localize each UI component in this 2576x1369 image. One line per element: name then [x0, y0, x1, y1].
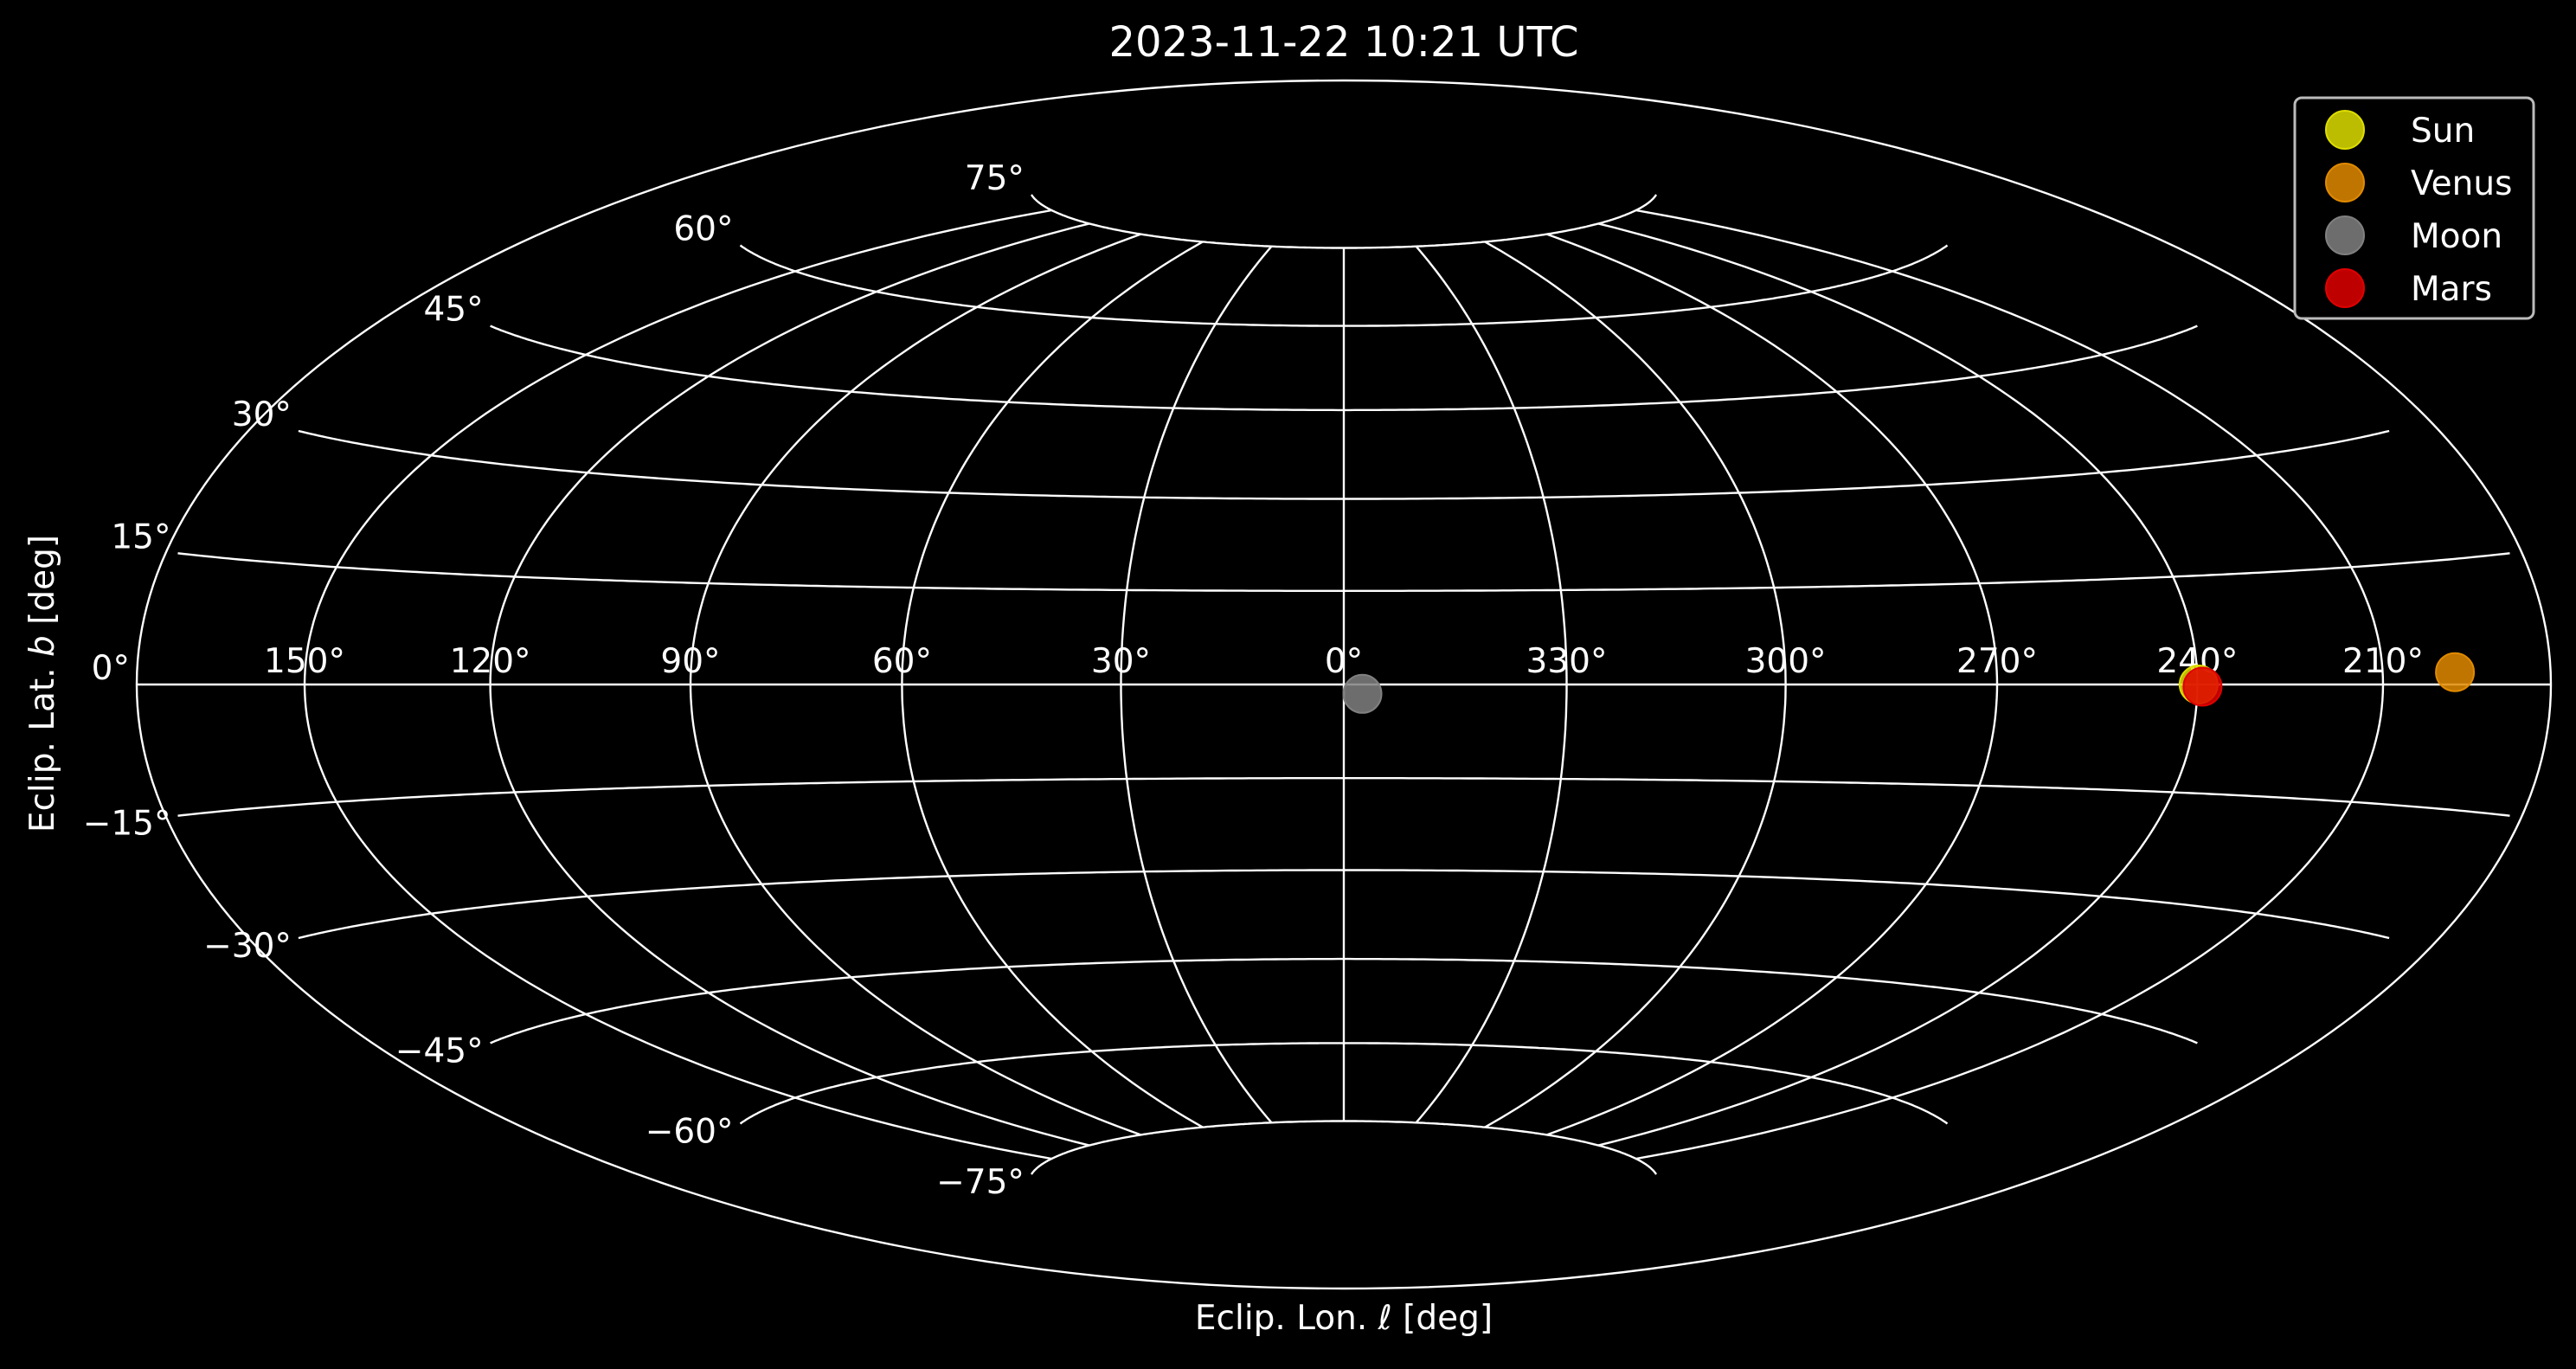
y-axis-label-suffix: [deg]: [23, 535, 62, 635]
legend-marker-mars: [2325, 268, 2365, 308]
legend-label-sun: Sun: [2411, 112, 2475, 151]
lon-tick-label: 60°: [872, 642, 932, 681]
marker-venus: [2435, 652, 2476, 692]
x-axis-label: Eclip. Lon. ℓ [deg]: [1195, 1299, 1493, 1338]
legend-marker-venus: [2325, 163, 2365, 202]
lon-tick-label: 150°: [264, 642, 345, 681]
lon-tick-label: 30°: [1091, 642, 1151, 681]
y-axis-label: Eclip. Lat. b [deg]: [23, 535, 62, 832]
y-axis-label-variable: b: [23, 635, 62, 657]
lon-tick-label: 120°: [450, 642, 531, 681]
marker-moon: [1342, 673, 1383, 714]
legend-label-venus: Venus: [2411, 164, 2512, 203]
lat-tick-label: −30°: [203, 927, 292, 966]
legend-marker-moon: [2325, 215, 2365, 255]
lat-tick-label: 75°: [965, 159, 1025, 198]
lon-tick-label: 300°: [1745, 642, 1827, 681]
lat-tick-label: −75°: [936, 1163, 1025, 1202]
y-axis-label-prefix: Eclip. Lat.: [23, 657, 62, 832]
lat-tick-label: 15°: [111, 517, 170, 556]
legend: Sun Venus Moon Mars: [2293, 96, 2535, 320]
lon-tick-label: 270°: [1956, 642, 2038, 681]
sky-map-chart: 150° 120° 90° 60° 30° 0° 330° 300° 270° 240° 210° …: [0, 0, 2576, 1369]
lat-tick-label: 45°: [423, 291, 483, 330]
lat-tick-label: 0°: [92, 649, 130, 688]
lon-tick-label: 90°: [660, 642, 720, 681]
legend-label-mars: Mars: [2411, 270, 2492, 309]
lon-tick-label: 210°: [2342, 642, 2424, 681]
legend-label-moon: Moon: [2411, 217, 2502, 256]
lat-tick-label: 60°: [673, 210, 733, 249]
lat-tick-label: −45°: [395, 1032, 484, 1070]
lon-tick-label: 330°: [1526, 642, 1608, 681]
lat-tick-label: −15°: [83, 805, 171, 844]
lat-tick-label: 30°: [232, 395, 292, 434]
chart-title: 2023-11-22 10:21 UTC: [1109, 18, 1579, 67]
lat-tick-label: −60°: [646, 1113, 734, 1152]
marker-mars: [2182, 666, 2223, 707]
legend-marker-sun: [2325, 110, 2365, 150]
